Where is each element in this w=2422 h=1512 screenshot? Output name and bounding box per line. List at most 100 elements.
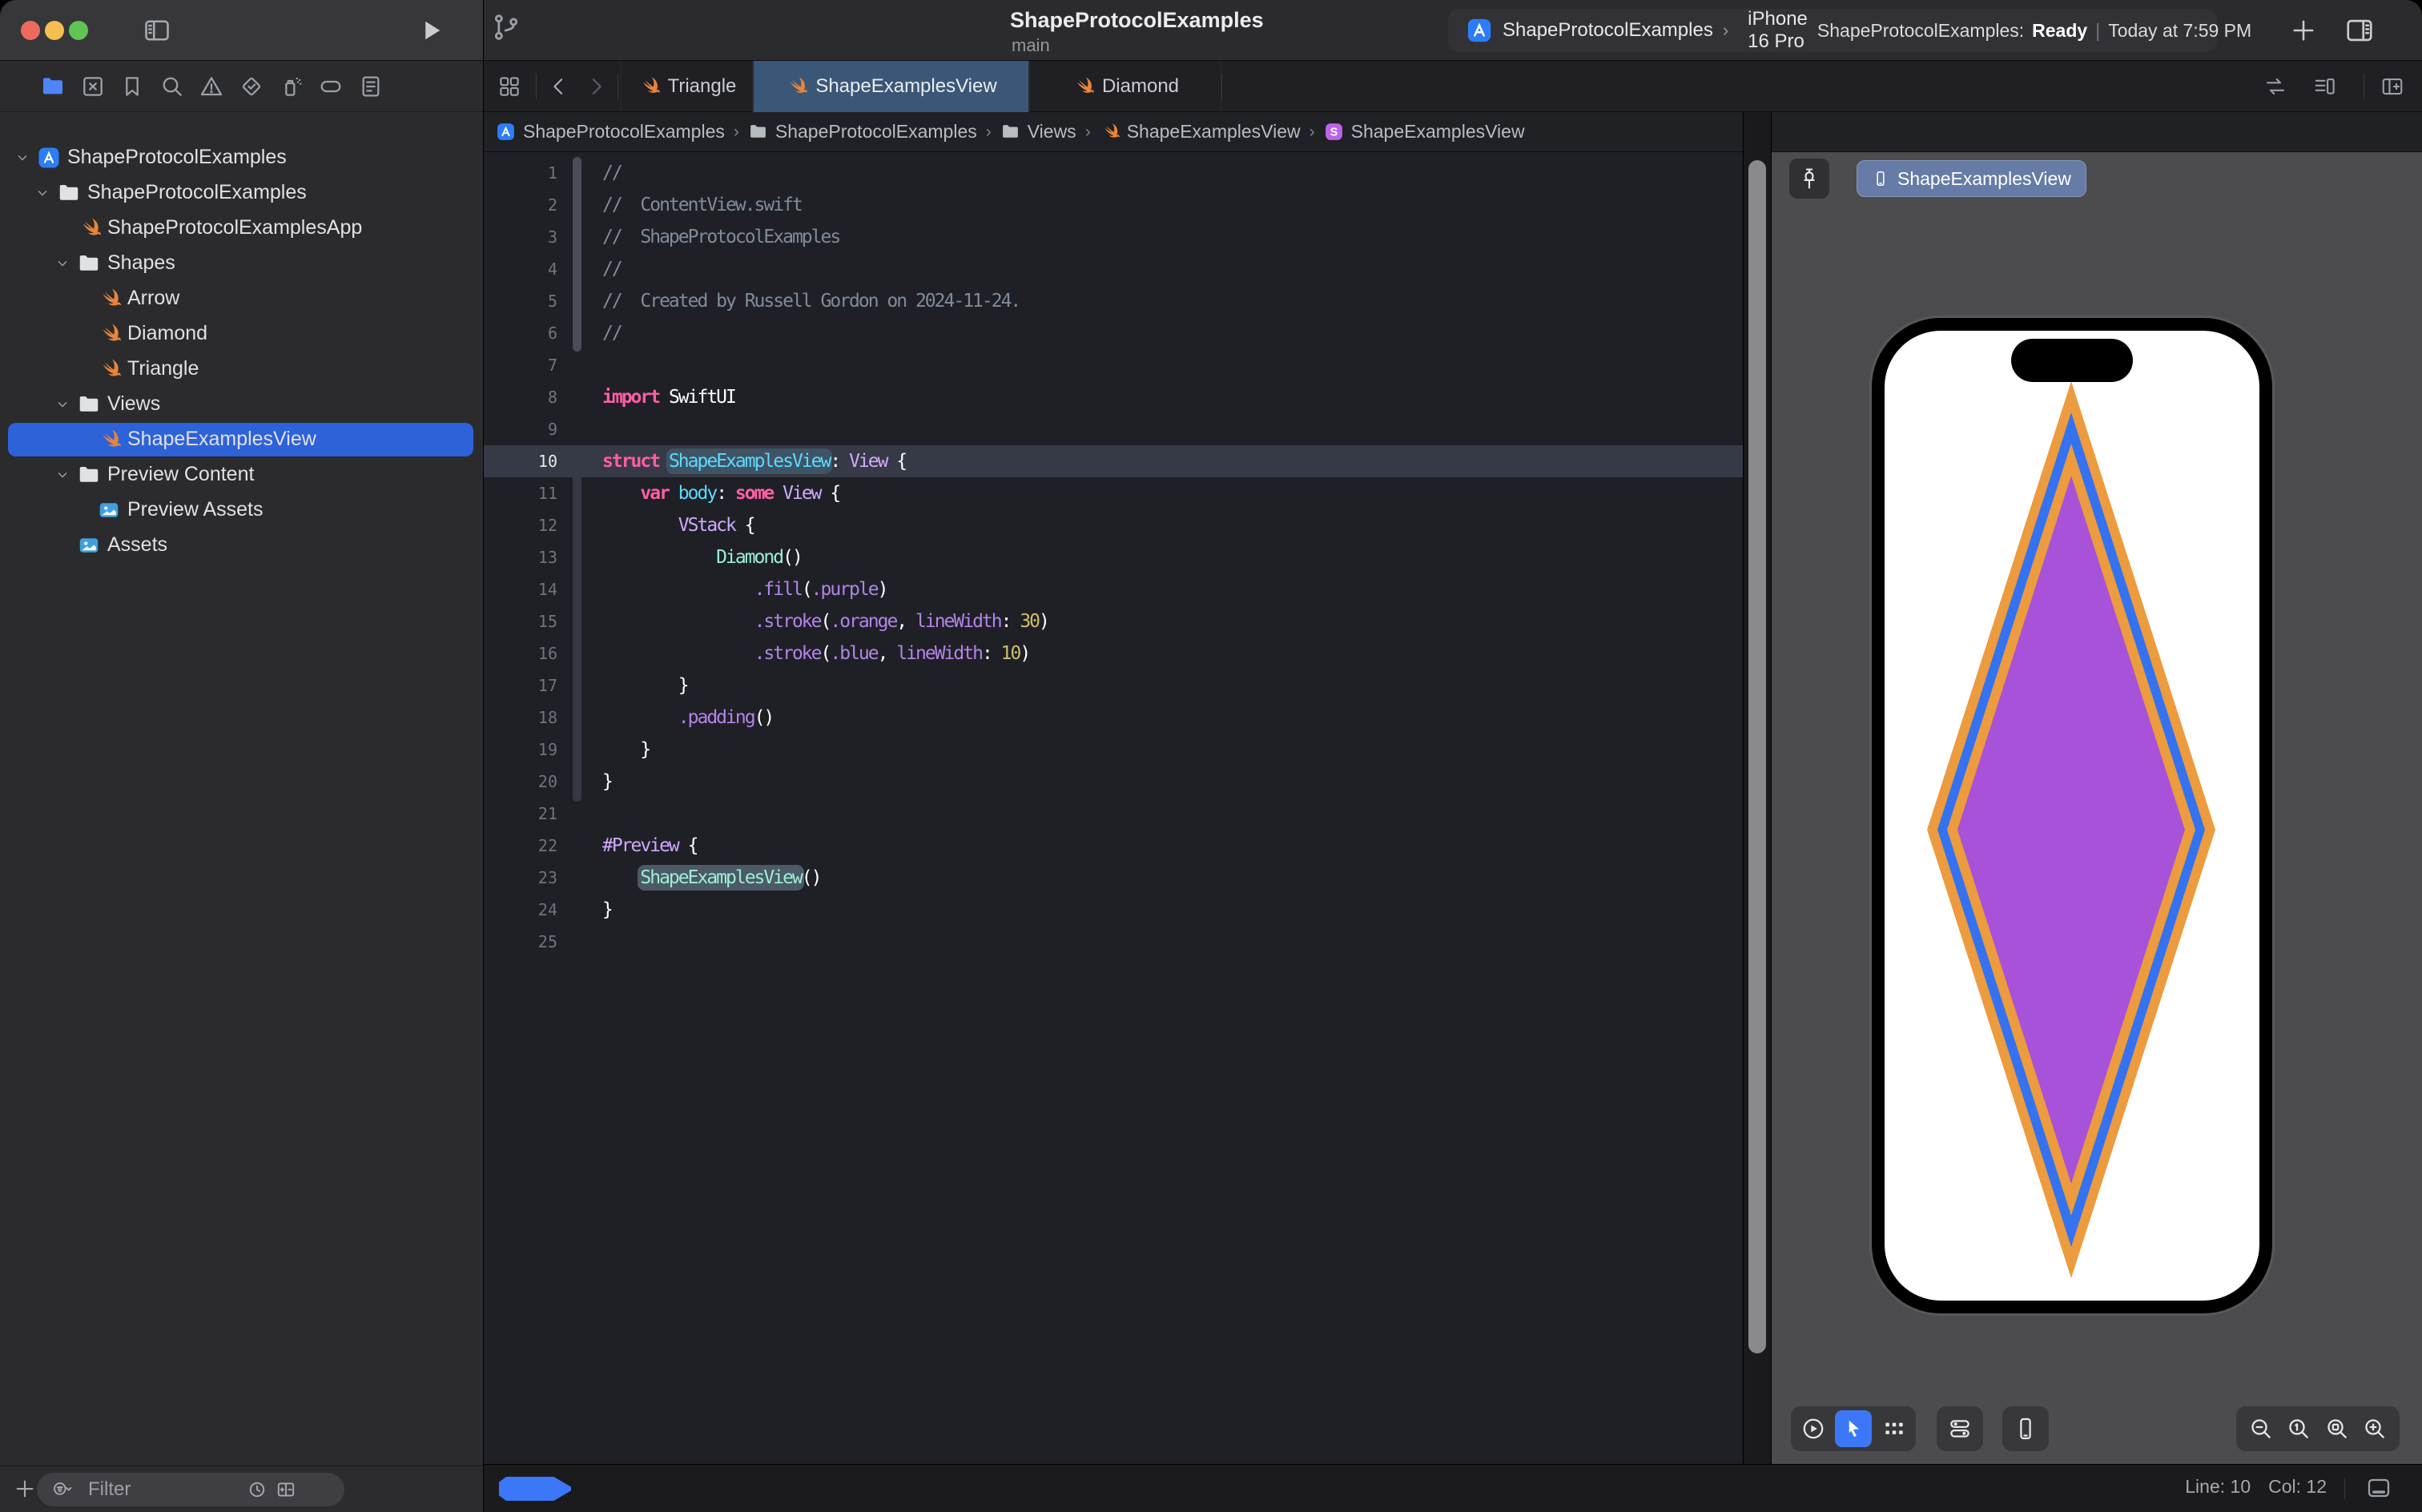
code-line-5[interactable]: 5 // Created by Russell Gordon on 2024-11… bbox=[483, 285, 1743, 317]
editor-options-icon[interactable] bbox=[2313, 74, 2337, 99]
code-line-11[interactable]: 11 var body: some View { bbox=[483, 477, 1743, 509]
zoom-fit-button[interactable] bbox=[2324, 1416, 2350, 1442]
code-line-3[interactable]: 3 // ShapeProtocolExamples bbox=[483, 221, 1743, 253]
code-line-13[interactable]: 13 Diamond() bbox=[483, 541, 1743, 573]
scheme-name[interactable]: ShapeProtocolExamples bbox=[1503, 19, 1713, 42]
code-line-7[interactable]: 7 bbox=[483, 349, 1743, 381]
navigator-rail-warning-icon[interactable] bbox=[199, 74, 224, 99]
sidebar-item-preview-content[interactable]: Preview Content bbox=[0, 458, 483, 492]
code-line-6[interactable]: 6 // bbox=[483, 317, 1743, 349]
toggle-navigator-icon[interactable] bbox=[143, 16, 171, 45]
navigator-rail-search-icon[interactable] bbox=[159, 74, 185, 99]
preview-grid-dots-button[interactable] bbox=[1881, 1416, 1907, 1442]
filter-options-icon[interactable] bbox=[46, 1479, 78, 1500]
sidebar-item-shapeprotocolexamplesapp[interactable]: ShapeProtocolExamplesApp bbox=[0, 211, 483, 245]
preview-cursor-button[interactable] bbox=[1835, 1410, 1872, 1447]
code-line-10[interactable]: 10 struct ShapeExamplesView: View { bbox=[483, 445, 1743, 477]
minimize-window-button[interactable] bbox=[45, 21, 64, 40]
statusbar-divider bbox=[2344, 1478, 2345, 1499]
navigator-rail-folder-icon[interactable] bbox=[40, 74, 66, 99]
chevron-down-icon[interactable] bbox=[54, 396, 70, 412]
navigator-rail-bookmark-icon[interactable] bbox=[119, 74, 145, 99]
run-button[interactable] bbox=[416, 16, 445, 45]
code-line-4[interactable]: 4 // bbox=[483, 253, 1743, 285]
run-destination[interactable]: iPhone 16 Pro bbox=[1748, 8, 1808, 53]
toggle-bottom-bar-icon[interactable] bbox=[2364, 1475, 2393, 1501]
navigator-rail-spray-icon[interactable] bbox=[279, 74, 304, 99]
zoom-in-button[interactable] bbox=[2362, 1416, 2388, 1442]
sidebar-item-shapeprotocolexamples[interactable]: ShapeProtocolExamples bbox=[0, 141, 483, 175]
breadcrumb-item[interactable]: Views bbox=[1000, 121, 1076, 143]
sidebar-item-triangle[interactable]: Triangle bbox=[0, 352, 483, 386]
sidebar-item-arrow[interactable]: Arrow bbox=[0, 282, 483, 316]
code-line-19[interactable]: 19 } bbox=[483, 734, 1743, 766]
chevron-down-icon[interactable] bbox=[54, 467, 70, 483]
go-back-icon[interactable] bbox=[547, 74, 571, 99]
chevron-down-icon[interactable] bbox=[14, 150, 30, 166]
toggle-inspector-icon[interactable] bbox=[2343, 15, 2376, 46]
sidebar-item-shapes[interactable]: Shapes bbox=[0, 247, 483, 280]
sidebar-item-assets[interactable]: Assets bbox=[0, 529, 483, 562]
chevron-down-icon[interactable] bbox=[34, 185, 50, 201]
navigator-rail-check-diamond-icon[interactable] bbox=[239, 74, 264, 99]
scheme-status-capsule[interactable]: ShapeProtocolExamples › iPhone 16 Pro Sh… bbox=[1448, 8, 2251, 53]
sidebar-item-views[interactable]: Views bbox=[0, 388, 483, 421]
activity-status: ShapeProtocolExamples: Ready | Today at … bbox=[1817, 20, 2251, 42]
code-line-1[interactable]: 1 // bbox=[483, 157, 1743, 189]
editor-scrollbar-thumb[interactable] bbox=[1748, 160, 1766, 1353]
code-line-15[interactable]: 15 .stroke(.orange, lineWidth: 30) bbox=[483, 605, 1743, 637]
code-line-23[interactable]: 23 ShapeExamplesView() bbox=[483, 862, 1743, 894]
sidebar-item-diamond[interactable]: Diamond bbox=[0, 317, 483, 351]
device-settings-button[interactable] bbox=[1937, 1406, 1983, 1451]
swap-editor-icon[interactable] bbox=[2263, 74, 2287, 99]
preview-play-circle-button[interactable] bbox=[1800, 1416, 1826, 1442]
code-line-16[interactable]: 16 .stroke(.blue, lineWidth: 10) bbox=[483, 637, 1743, 670]
navigator-rail-report-icon[interactable] bbox=[358, 74, 384, 99]
zoom-one-button[interactable] bbox=[2286, 1416, 2311, 1442]
add-file-button[interactable] bbox=[13, 1477, 37, 1501]
code-line-25[interactable]: 25 bbox=[483, 926, 1743, 958]
zoom-out-button[interactable] bbox=[2248, 1416, 2274, 1442]
breadcrumb-item[interactable]: ShapeExamplesView bbox=[1100, 121, 1301, 143]
add-editor-icon[interactable] bbox=[2380, 74, 2404, 99]
code-line-8[interactable]: 8 import SwiftUI bbox=[483, 381, 1743, 413]
code-line-2[interactable]: 2 // ContentView.swift bbox=[483, 189, 1743, 221]
breadcrumb-item[interactable]: ShapeProtocolExamples bbox=[748, 121, 977, 143]
code-line-20[interactable]: 20} bbox=[483, 766, 1743, 798]
tab-diamond[interactable]: Diamond bbox=[1029, 61, 1221, 112]
filter-input[interactable] bbox=[86, 1478, 239, 1502]
preview-target-chip[interactable]: ShapeExamplesView bbox=[1857, 160, 2086, 197]
sidebar-item-shapeexamplesview[interactable]: ShapeExamplesView bbox=[0, 423, 483, 456]
pin-preview-button[interactable] bbox=[1789, 159, 1829, 199]
device-picker-button[interactable] bbox=[2002, 1406, 2049, 1451]
source-editor[interactable]: 1 // 2 // ContentView.swift 3 // ShapeProtoco… bbox=[483, 152, 1743, 1464]
close-window-button[interactable] bbox=[21, 21, 40, 40]
code-line-24[interactable]: 24} bbox=[483, 894, 1743, 926]
code-line-21[interactable]: 21 bbox=[483, 798, 1743, 830]
breadcrumb-item[interactable]: S ShapeExamplesView bbox=[1324, 121, 1525, 143]
related-items-icon[interactable] bbox=[497, 74, 521, 99]
code-line-12[interactable]: 12 VStack { bbox=[483, 509, 1743, 541]
code-line-22[interactable]: 22 #Preview { bbox=[483, 830, 1743, 862]
source-control-filter-icon[interactable] bbox=[276, 1479, 296, 1500]
navigator-rail-tag-icon[interactable] bbox=[318, 74, 344, 99]
sidebar-item-preview-assets[interactable]: Preview Assets bbox=[0, 493, 483, 527]
navigator-rail-grid-x-icon[interactable] bbox=[80, 74, 106, 99]
code-line-9[interactable]: 9 bbox=[483, 413, 1743, 445]
code-line-17[interactable]: 17 } bbox=[483, 670, 1743, 702]
breakpoint-tag-icon[interactable] bbox=[499, 1477, 571, 1501]
breadcrumb-item[interactable]: ShapeProtocolExamples bbox=[496, 121, 725, 143]
iphone-screen[interactable] bbox=[1885, 331, 2259, 1301]
new-tab-button[interactable] bbox=[2289, 16, 2318, 45]
chevron-down-icon[interactable] bbox=[54, 255, 70, 271]
sidebar-item-shapeprotocolexamples[interactable]: ShapeProtocolExamples bbox=[0, 176, 483, 210]
tab-triangle[interactable]: Triangle bbox=[621, 61, 753, 112]
recents-clock-icon[interactable] bbox=[247, 1479, 268, 1500]
code-line-18[interactable]: 18 .padding() bbox=[483, 702, 1743, 734]
go-forward-icon[interactable] bbox=[584, 74, 608, 99]
zoom-window-button[interactable] bbox=[69, 21, 88, 40]
tab-shapeexamplesview[interactable]: ShapeExamplesView bbox=[753, 61, 1029, 112]
filter-field[interactable] bbox=[37, 1473, 344, 1506]
sidebar-divider[interactable] bbox=[483, 0, 484, 1512]
code-line-14[interactable]: 14 .fill(.purple) bbox=[483, 573, 1743, 605]
